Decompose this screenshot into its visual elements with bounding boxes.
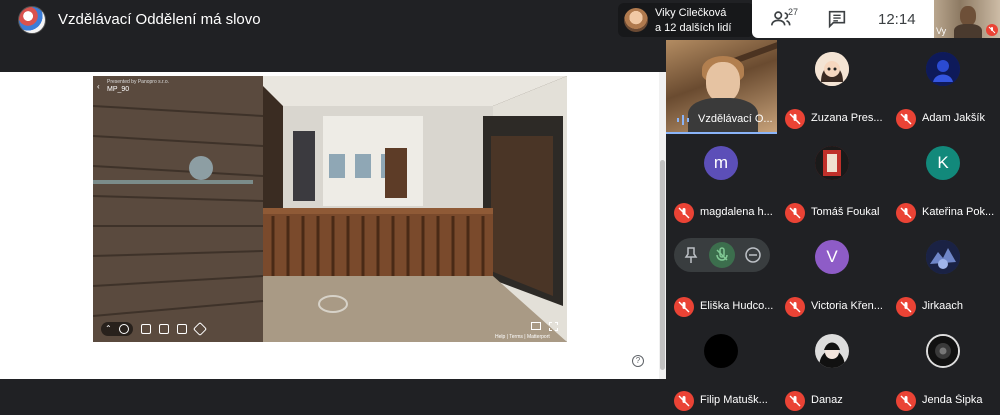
participant-name: Filip Matušk... <box>700 394 768 406</box>
pano-code: MP_90 <box>107 86 130 93</box>
panorama-image <box>93 76 567 342</box>
participant-tile[interactable]: Zuzana Pres... <box>777 40 888 134</box>
meeting-controls: 27 12:14 <box>752 0 934 38</box>
self-body <box>954 24 982 38</box>
mic-off-icon <box>674 391 694 411</box>
participant-tile[interactable]: Vzdělávací O... <box>666 40 777 134</box>
chevron-up-icon[interactable]: ⌃ <box>105 324 115 334</box>
self-view-tile[interactable]: Vy <box>934 0 1000 38</box>
participant-tile[interactable]: Tomáš Foukal <box>777 134 888 228</box>
participant-name: Kateřina Pok... <box>922 206 995 218</box>
presentation-stage: ‹ Presented by Panopro s.r.o. MP_90 ⌃ He… <box>0 72 666 379</box>
participant-name: Danaz <box>811 394 843 406</box>
participant-grid: Vzdělávací O... Zuzana Pres... Adam Jakš… <box>666 40 1000 415</box>
self-label: Vy <box>936 26 947 36</box>
pano-footer[interactable]: Help | Terms | Matterport <box>495 334 550 340</box>
mic-off-icon <box>896 297 916 317</box>
help-icon[interactable]: ? <box>632 355 644 367</box>
participant-initial: K <box>926 146 960 180</box>
video-person-face <box>706 62 740 102</box>
meet-window: Vzdělávací Oddělení má slovo Viky Cilečk… <box>0 0 1000 415</box>
participant-tile[interactable]: Eliška Hudco... <box>666 228 777 322</box>
mic-off-icon <box>785 109 805 129</box>
participant-name: Jirkaach <box>922 300 963 312</box>
people-count: 27 <box>788 7 799 17</box>
meeting-avatar[interactable] <box>18 6 46 34</box>
fullscreen-icon[interactable] <box>549 322 558 331</box>
mic-off-icon <box>896 391 916 411</box>
participant-avatar <box>815 334 849 368</box>
participant-tile[interactable]: Jenda Šipka <box>888 322 999 415</box>
tile-hover-controls <box>674 238 770 272</box>
pano-right-controls <box>529 322 561 334</box>
floors-icon[interactable] <box>177 324 187 334</box>
mic-off-icon <box>785 203 805 223</box>
mic-off-icon <box>896 109 916 129</box>
floorplan-icon[interactable] <box>159 324 169 334</box>
mic-off-icon <box>785 297 805 317</box>
back-icon[interactable]: ‹ <box>97 82 100 91</box>
participant-name: Vzdělávací O... <box>698 113 773 125</box>
play-icon[interactable] <box>119 324 129 334</box>
measure-icon[interactable] <box>192 321 208 337</box>
scrollbar-thumb[interactable] <box>660 160 665 370</box>
pano-toolbar: ⌃ <box>101 321 227 337</box>
active-speaker-chip[interactable]: Viky Cilečková a 12 dalších lidí <box>618 3 754 37</box>
participant-avatar <box>704 334 738 368</box>
pin-icon[interactable] <box>678 242 704 268</box>
participant-tile[interactable]: Danaz <box>777 322 888 415</box>
unmute-request-icon[interactable] <box>709 242 735 268</box>
participant-name: Eliška Hudco... <box>700 300 774 312</box>
mic-off-icon <box>896 203 916 223</box>
vr-icon[interactable] <box>531 322 541 330</box>
self-face <box>960 6 976 26</box>
mic-off-icon <box>674 297 694 317</box>
participant-avatar <box>815 146 849 180</box>
chat-icon[interactable] <box>826 8 848 30</box>
clock: 12:14 <box>878 11 916 28</box>
speaking-indicator-icon <box>676 114 690 126</box>
remove-icon[interactable] <box>740 242 766 268</box>
speaker-others: a 12 dalších lidí <box>655 22 732 34</box>
participant-name: Jenda Šipka <box>922 394 983 406</box>
mic-off-icon <box>986 24 998 36</box>
panorama-viewer[interactable]: ‹ Presented by Panopro s.r.o. MP_90 ⌃ He… <box>93 76 567 342</box>
participant-tile[interactable]: K Kateřina Pok... <box>888 134 999 228</box>
participant-initial: m <box>704 146 738 180</box>
scrollbar[interactable] <box>659 72 666 379</box>
top-bar: Vzdělávací Oddělení má slovo Viky Cilečk… <box>0 0 1000 40</box>
dollhouse-icon[interactable] <box>141 324 151 334</box>
meeting-title: Vzdělávací Oddělení má slovo <box>58 11 261 28</box>
participant-tile[interactable]: Adam Jakšík <box>888 40 999 134</box>
participant-name: Tomáš Foukal <box>811 206 880 218</box>
participant-tile[interactable]: V Victoria Křen... <box>777 228 888 322</box>
pano-credit: Presented by Panopro s.r.o. <box>107 79 169 85</box>
mic-off-icon <box>674 203 694 223</box>
participant-avatar <box>926 240 960 274</box>
participant-name: magdalena h... <box>700 206 773 218</box>
participant-avatar <box>926 52 960 86</box>
participant-initial: V <box>815 240 849 274</box>
participant-tile[interactable]: Filip Matušk... <box>666 322 777 415</box>
speaker-name: Viky Cilečková <box>655 7 727 19</box>
participant-tile[interactable]: Jirkaach <box>888 228 999 322</box>
participant-name: Adam Jakšík <box>922 112 985 124</box>
participant-avatar <box>815 52 849 86</box>
speaker-avatar <box>624 8 648 32</box>
participant-tile[interactable]: m magdalena h... <box>666 134 777 228</box>
participant-avatar <box>926 334 960 368</box>
participant-name: Zuzana Pres... <box>811 112 883 124</box>
mic-off-icon <box>785 391 805 411</box>
participant-name: Victoria Křen... <box>811 300 883 312</box>
